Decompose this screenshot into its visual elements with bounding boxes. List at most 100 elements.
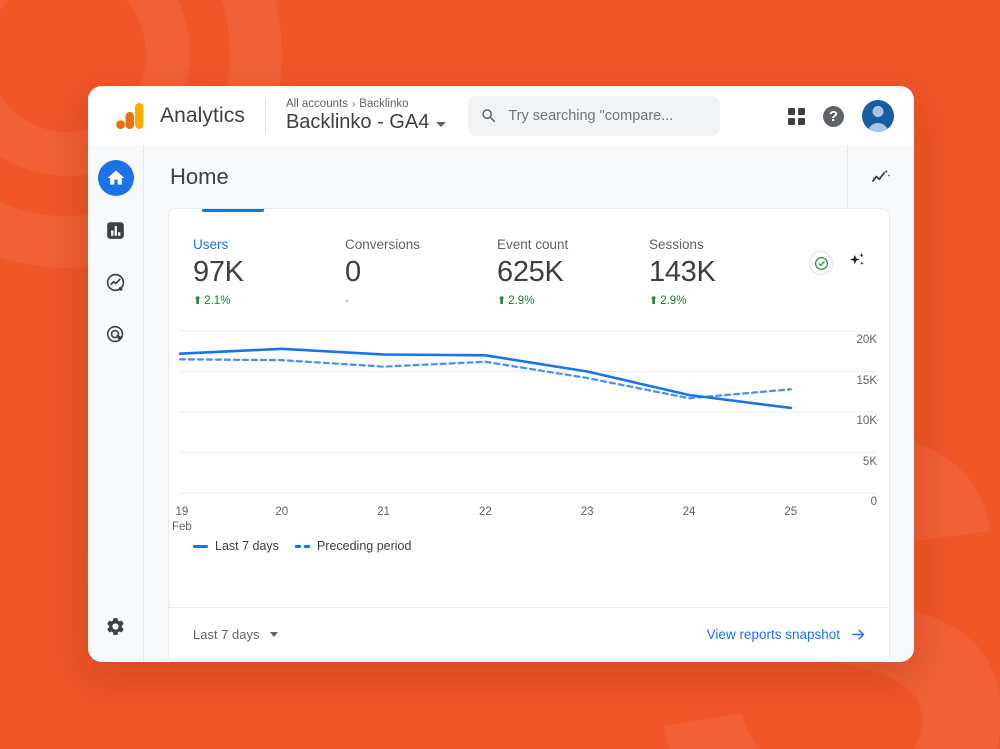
sidebar-item-home[interactable]	[97, 160, 134, 196]
breadcrumb: All accounts › Backlinko	[286, 98, 446, 110]
metric-delta: ⬆ 2.9%	[497, 295, 649, 307]
sidebar-item-explore[interactable]	[98, 264, 134, 300]
view-reports-snapshot-label: View reports snapshot	[706, 627, 840, 642]
divider	[264, 99, 266, 133]
check-circle-icon[interactable]	[809, 251, 833, 275]
view-reports-snapshot-link[interactable]: View reports snapshot	[707, 626, 867, 643]
legend-solid-swatch	[193, 544, 208, 548]
check-icon	[814, 256, 828, 270]
avatar-body	[867, 123, 889, 132]
insights-button[interactable]	[847, 146, 914, 208]
avatar-head	[872, 106, 884, 117]
sparkle-icon[interactable]	[847, 251, 867, 271]
chart-x-tick-month: Feb	[171, 520, 192, 533]
chart-y-tick: 10K	[856, 415, 877, 428]
metric-event-count[interactable]: Event count 625K ⬆ 2.9%	[497, 237, 649, 307]
help-icon[interactable]: ?	[823, 105, 844, 127]
chart-x-axis-labels: 19 Feb 20 21 22 23 24 25	[169, 505, 889, 535]
sidebar-item-advertising[interactable]	[98, 316, 134, 352]
property-name-text: Backlinko - GA4	[285, 111, 430, 133]
chart-gridlines	[180, 331, 876, 493]
metric-value: 97K	[193, 256, 244, 288]
brand-name: Analytics	[160, 104, 245, 127]
card-action-icons	[809, 237, 867, 307]
apps-grid-icon[interactable]	[788, 107, 805, 125]
avatar[interactable]	[862, 100, 894, 132]
chart-x-tick: 24	[682, 506, 696, 519]
arrow-up-icon: ⬆	[193, 294, 203, 307]
search-placeholder-text: Try searching "compare...	[508, 108, 674, 124]
explore-icon	[106, 273, 125, 291]
chart-y-axis-labels: 20K 15K 10K 5K 0	[837, 317, 877, 508]
metric-label: Users	[193, 237, 229, 252]
metric-label: Event count	[497, 237, 569, 252]
card-footer: Last 7 days View reports snapshot	[169, 607, 889, 661]
metric-value: 143K	[649, 256, 716, 288]
breadcrumb-child: Backlinko	[359, 98, 409, 110]
breadcrumb-root: All accounts	[285, 98, 348, 110]
arrow-up-icon: ⬆	[497, 294, 507, 307]
page-title: Home	[170, 164, 229, 189]
arrow-right-icon	[852, 629, 865, 640]
legend-item-last-7-days[interactable]: Last 7 days	[193, 539, 279, 553]
top-bar: Analytics All accounts › Backlinko Backl…	[88, 86, 914, 146]
metric-label: Sessions	[649, 237, 704, 252]
chart-legend: Last 7 days Preceding period	[169, 535, 889, 553]
property-name: Backlinko - GA4	[285, 111, 447, 134]
chart-x-tick: 21	[377, 506, 390, 519]
metric-users[interactable]: Users 97K ⬆ 2.1%	[193, 237, 345, 307]
chart-y-tick: 15K	[856, 374, 877, 387]
search-icon	[482, 109, 496, 123]
date-range-label: Last 7 days	[193, 627, 260, 642]
metric-delta-text: 2.1%	[204, 295, 231, 308]
arrow-up-icon: ⬆	[649, 294, 659, 307]
home-icon	[107, 170, 124, 185]
chart-x-tick: 19 Feb	[171, 506, 192, 533]
series-line-last-7-days	[180, 349, 791, 408]
metric-value: 0	[345, 256, 361, 288]
advertising-target-icon	[106, 325, 124, 342]
chart-y-tick: 20K	[856, 334, 877, 347]
date-range-selector[interactable]: Last 7 days	[193, 627, 278, 642]
sidebar-item-reports[interactable]	[98, 212, 134, 248]
chart: 20K 15K 10K 5K 0	[169, 317, 889, 508]
series-line-preceding-period	[180, 360, 791, 399]
metric-sessions[interactable]: Sessions 143K ⬆ 2.9%	[649, 237, 801, 307]
page-header: Home	[144, 146, 914, 208]
sidebar	[88, 146, 144, 662]
metric-conversions[interactable]: Conversions 0 -	[345, 237, 497, 307]
bar-chart-icon	[107, 221, 124, 239]
chart-x-tick: 23	[580, 506, 594, 519]
legend-label: Preceding period	[316, 539, 412, 554]
chevron-down-icon[interactable]	[436, 122, 447, 127]
insights-sparkline-icon	[871, 169, 891, 182]
top-bar-icons: ?	[788, 100, 894, 132]
metric-delta-text: -	[345, 295, 349, 308]
overview-card: Users 97K ⬆ 2.1% Conversions 0 - Event c…	[168, 208, 890, 662]
search-input[interactable]: Try searching "compare...	[468, 96, 721, 136]
metric-label: Conversions	[345, 237, 421, 252]
legend-label: Last 7 days	[215, 539, 279, 554]
legend-dashed-swatch	[294, 544, 310, 548]
metric-value: 625K	[497, 256, 564, 288]
metric-delta-text: 2.9%	[660, 295, 687, 308]
google-analytics-logo	[116, 103, 144, 129]
breadcrumb-separator-icon: ›	[351, 98, 356, 110]
analytics-window: Analytics All accounts › Backlinko Backl…	[88, 86, 914, 662]
legend-item-preceding-period[interactable]: Preceding period	[294, 539, 412, 554]
sidebar-item-admin[interactable]	[98, 608, 134, 644]
chart-plot	[169, 317, 889, 503]
window-body: Home Users 97K ⬆ 2.1% Conversions 0 - Ev…	[88, 146, 914, 662]
chart-x-tick: 22	[478, 506, 492, 519]
metrics-row: Users 97K ⬆ 2.1% Conversions 0 - Event c…	[169, 209, 889, 307]
chart-x-tick: 20	[275, 506, 289, 519]
metric-delta-text: 2.9%	[508, 295, 535, 308]
account-selector[interactable]: All accounts › Backlinko Backlinko - GA4	[285, 98, 447, 134]
chart-x-tick: 25	[784, 506, 798, 519]
chevron-down-icon	[269, 632, 278, 637]
tab-indicator	[202, 209, 264, 212]
metric-delta: ⬆ 2.1%	[193, 295, 345, 307]
metric-delta: -	[345, 295, 497, 307]
metric-delta: ⬆ 2.9%	[649, 295, 801, 307]
chart-y-tick: 5K	[862, 455, 877, 468]
